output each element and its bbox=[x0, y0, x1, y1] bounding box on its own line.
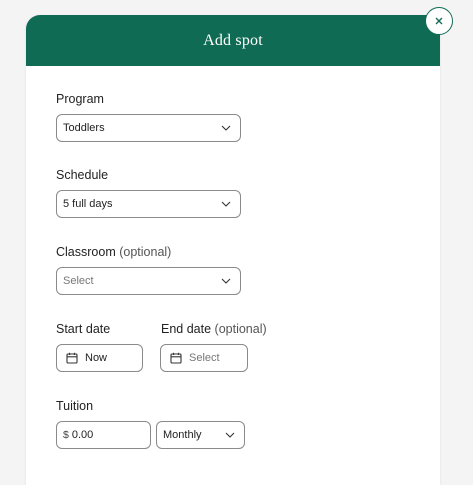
classroom-select[interactable]: Select bbox=[56, 267, 241, 295]
chevron-down-icon bbox=[221, 123, 231, 133]
close-button[interactable] bbox=[425, 7, 453, 35]
chevron-down-icon bbox=[225, 430, 235, 440]
schedule-label: Schedule bbox=[56, 168, 109, 182]
program-value: Toddlers bbox=[63, 122, 105, 134]
end-date-label-text: End date bbox=[161, 322, 212, 336]
calendar-icon bbox=[170, 352, 182, 364]
tuition-frequency-value: Monthly bbox=[163, 429, 202, 441]
currency-symbol: $ bbox=[63, 429, 69, 441]
program-label: Program bbox=[56, 92, 104, 106]
classroom-label-text: Classroom bbox=[56, 245, 116, 259]
start-date-input[interactable]: Now bbox=[56, 344, 143, 372]
add-spot-modal: Add spot Program Toddlers Schedule 5 ful… bbox=[26, 15, 440, 485]
schedule-value: 5 full days bbox=[63, 198, 113, 210]
tuition-amount-input[interactable]: $ 0.00 bbox=[56, 421, 151, 449]
calendar-icon bbox=[66, 352, 78, 364]
modal-title: Add spot bbox=[203, 31, 263, 49]
end-date-label: End date (optional) bbox=[161, 322, 267, 336]
classroom-optional: (optional) bbox=[119, 245, 172, 259]
end-date-input[interactable]: Select bbox=[160, 344, 248, 372]
tuition-label: Tuition bbox=[56, 399, 94, 413]
end-date-placeholder: Select bbox=[189, 352, 220, 364]
chevron-down-icon bbox=[221, 276, 231, 286]
classroom-placeholder: Select bbox=[63, 275, 94, 287]
end-date-optional: (optional) bbox=[214, 322, 267, 336]
classroom-label: Classroom (optional) bbox=[56, 245, 171, 259]
program-select[interactable]: Toddlers bbox=[56, 114, 241, 142]
chevron-down-icon bbox=[221, 199, 231, 209]
start-date-value: Now bbox=[85, 352, 108, 364]
tuition-frequency-select[interactable]: Monthly bbox=[156, 421, 245, 449]
schedule-select[interactable]: 5 full days bbox=[56, 190, 241, 218]
start-date-label: Start date bbox=[56, 322, 111, 336]
tuition-amount-value: 0.00 bbox=[71, 429, 94, 441]
close-icon bbox=[434, 16, 444, 26]
modal-header: Add spot bbox=[26, 15, 440, 66]
